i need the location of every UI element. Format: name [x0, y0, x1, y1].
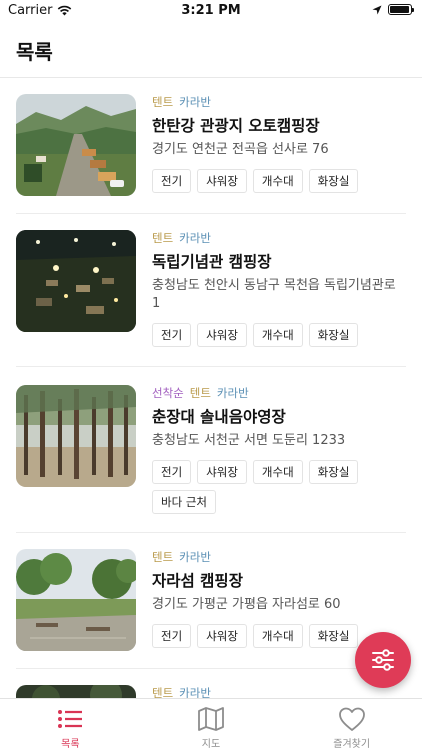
- amenity-tags: 전기 샤워장 개수대 화장실 바다 근처: [152, 460, 406, 514]
- campsite-thumbnail: [16, 230, 136, 332]
- status-bar: Carrier 3:21 PM: [0, 0, 422, 22]
- tab-bar: 목록 지도 즐겨찾기: [0, 698, 422, 750]
- clock: 3:21 PM: [181, 3, 241, 18]
- campsite-types: 선착순 텐트 카라반: [152, 385, 406, 401]
- type-label-tent: 텐트: [152, 95, 174, 109]
- card-divider: [16, 366, 406, 367]
- campsite-address: 경기도 가평군 가평읍 자라섬로 60: [152, 597, 341, 612]
- amenity-tag: 전기: [152, 169, 192, 193]
- campsite-thumbnail: [16, 685, 136, 698]
- amenity-tags: 전기 샤워장 개수대 화장실: [152, 169, 406, 193]
- campsite-list[interactable]: 텐트 카라반 한탄강 관광지 오토캠핑장 경기도 연천군 전곡읍 선사로 76 …: [0, 78, 422, 698]
- campsite-types: 텐트 카라반: [152, 94, 406, 110]
- amenity-tags: 전기 샤워장 개수대 화장실: [152, 323, 406, 347]
- battery-icon: [388, 4, 414, 15]
- heart-icon: [338, 707, 365, 731]
- campsite-info: 텐트 카라반 자라섬 캠핑장 경기도 가평군 가평읍 자라섬로 60 전기 샤워…: [152, 549, 406, 648]
- campsite-address: 경기도 연천군 전곡읍 선사로 76: [152, 142, 329, 157]
- filter-button[interactable]: [355, 632, 411, 688]
- campsite-name: 독립기념관 캠핑장: [152, 253, 272, 271]
- campsite-info: 선착순 텐트 카라반 춘장대 솔내음야영장 충청남도 서천군 서면 도둔리 12…: [152, 385, 406, 514]
- campsite-address: 충청남도 천안시 동남구 목천읍 독립기념관로 1: [152, 278, 396, 311]
- type-label-tent: 텐트: [152, 231, 174, 245]
- campsite-name: 자라섬 캠핑장: [152, 572, 243, 590]
- tab-label: 목록: [61, 739, 80, 750]
- campsite-types: 텐트 카라반: [152, 549, 406, 565]
- type-label-tent: 텐트: [189, 386, 211, 400]
- amenity-tag: 개수대: [252, 624, 303, 648]
- amenity-tag: 개수대: [252, 323, 303, 347]
- type-label-tent: 텐트: [152, 686, 174, 698]
- tab-map[interactable]: 지도: [141, 699, 282, 750]
- sliders-icon: [372, 649, 394, 671]
- type-label-tent: 텐트: [152, 550, 174, 564]
- type-label-caravan: 카라반: [179, 686, 211, 698]
- tab-favorites[interactable]: 즐겨찾기: [281, 699, 422, 750]
- campsite-name: 한탄강 관광지 오토캠핑장: [152, 117, 320, 135]
- status-icons: [372, 4, 414, 15]
- campsite-info: 텐트 카라반: [152, 685, 406, 698]
- campsite-address: 충청남도 서천군 서면 도둔리 1233: [152, 433, 346, 448]
- campsite-types: 텐트 카라반: [152, 685, 406, 698]
- card-divider: [16, 532, 406, 533]
- location-arrow-icon: [372, 5, 382, 14]
- amenity-tag: 화장실: [308, 169, 359, 193]
- amenity-tag: 전기: [152, 323, 192, 347]
- campsite-name: 춘장대 솔내음야영장: [152, 408, 286, 426]
- tab-label: 지도: [201, 739, 221, 750]
- campsite-info: 텐트 카라반 한탄강 관광지 오토캠핑장 경기도 연천군 전곡읍 선사로 76 …: [152, 94, 406, 193]
- amenity-tag: 전기: [152, 624, 192, 648]
- battery-level: [390, 6, 409, 13]
- list-icon: [58, 709, 83, 728]
- amenity-tag: 전기: [152, 460, 192, 484]
- amenity-tag: 화장실: [308, 323, 359, 347]
- type-label-caravan: 카라반: [216, 386, 249, 400]
- card-divider: [16, 668, 406, 669]
- campsite-thumbnail: [16, 94, 136, 196]
- campsite-info: 텐트 카라반 독립기념관 캠핑장 충청남도 천안시 동남구 목천읍 독립기념관로…: [152, 230, 406, 347]
- campsite-thumbnail: [16, 385, 136, 487]
- page-title: 목록: [16, 40, 53, 64]
- amenity-tag: 바다 근처: [152, 490, 216, 514]
- type-label-caravan: 카라반: [179, 550, 211, 564]
- amenity-tag: 화장실: [308, 460, 359, 484]
- campsite-types: 텐트 카라반: [152, 230, 406, 246]
- type-label-first-come: 선착순: [152, 386, 184, 400]
- card-divider: [16, 213, 406, 214]
- map-icon: [198, 706, 224, 731]
- amenity-tag: 화장실: [308, 624, 359, 648]
- type-label-caravan: 카라반: [179, 231, 211, 245]
- amenity-tag: 샤워장: [197, 323, 247, 347]
- amenity-tag: 샤워장: [197, 169, 247, 193]
- amenity-tag: 샤워장: [197, 624, 247, 648]
- campsite-thumbnail: [16, 549, 136, 651]
- amenity-tag: 개수대: [252, 169, 303, 193]
- tab-label: 즐겨찾기: [333, 739, 371, 750]
- tab-list[interactable]: 목록: [0, 699, 141, 750]
- amenity-tag: 개수대: [252, 460, 303, 484]
- amenity-tag: 샤워장: [197, 460, 247, 484]
- type-label-caravan: 카라반: [179, 95, 211, 109]
